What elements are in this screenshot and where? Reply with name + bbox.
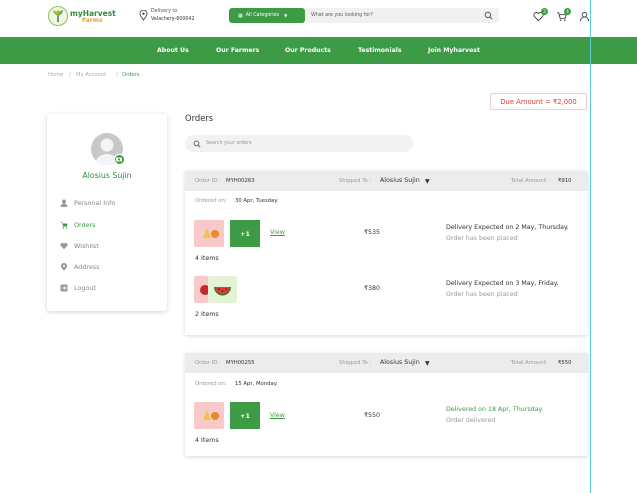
all-categories-dropdown[interactable]: ▦ All Categories ▼ <box>229 8 305 23</box>
search-icon[interactable] <box>484 11 493 20</box>
chevron-down-icon[interactable]: ▼ <box>425 360 430 367</box>
ordered-on-label: Ordered on: <box>195 381 227 387</box>
product-thumbnail[interactable] <box>194 220 224 247</box>
logout-icon <box>60 284 68 292</box>
cart-count-badge: 4 <box>564 8 571 15</box>
nav-our-products[interactable]: Our Products <box>285 47 331 54</box>
location-icon <box>61 263 67 271</box>
sidebar-item-orders[interactable]: Orders <box>60 220 96 230</box>
ordered-on-date: 15 Apr, Monday. <box>235 381 278 387</box>
order-status: Order delivered <box>446 417 496 424</box>
breadcrumb-separator: / <box>116 72 118 78</box>
shipment-price: ₹380 <box>364 285 381 292</box>
camera-icon[interactable] <box>114 154 125 165</box>
chevron-down-icon: ▼ <box>284 13 288 18</box>
order-card <box>185 171 588 335</box>
product-thumbnail[interactable] <box>194 276 208 303</box>
total-amount: ₹910 <box>558 178 572 184</box>
chevron-down-icon[interactable]: ▼ <box>425 178 430 185</box>
due-amount-badge: Due Amount = ₹2,000 <box>490 93 587 110</box>
item-count: 2 Items <box>195 311 219 318</box>
delivery-expected: Delivery Expected on 3 May, Friday. <box>446 280 559 287</box>
shipment-price: ₹550 <box>364 412 381 419</box>
cart-icon <box>60 222 68 229</box>
nav-join-myharvest[interactable]: Join Myharvest <box>428 47 480 54</box>
brand-logo-icon[interactable] <box>48 6 68 26</box>
search-input[interactable]: What are you looking for? <box>305 8 499 23</box>
sidebar-item-label: Orders <box>74 221 96 229</box>
sidebar-item-label: Personal Info <box>74 199 116 207</box>
search-icon <box>193 140 201 148</box>
nav-our-farmers[interactable]: Our Farmers <box>216 47 259 54</box>
breadcrumb-home[interactable]: Home <box>48 72 63 78</box>
delivery-expected: Delivery Expected on 2 May, Thursday. <box>446 224 569 231</box>
order-status: Order has been placed <box>446 291 518 298</box>
item-count: 4 Items <box>195 437 219 444</box>
shipped-to-label: Shipped To : <box>339 178 372 184</box>
product-thumbnail[interactable] <box>208 276 237 303</box>
sidebar-item-personal-info[interactable]: Personal Info <box>60 198 115 208</box>
total-amount-label: Total Amount: <box>511 178 548 184</box>
more-items-badge[interactable]: +1 <box>230 402 260 429</box>
shipped-to-name[interactable]: Alosius Sujin <box>380 359 420 366</box>
delivery-label: Delivery to <box>151 9 178 14</box>
sidebar-item-wishlist[interactable]: Wishlist <box>60 241 99 251</box>
divider <box>590 0 591 493</box>
order-id-label: Order ID: <box>195 178 220 184</box>
delivery-location[interactable]: Velachery-600042 <box>151 17 195 22</box>
nav-about-us[interactable]: About Us <box>157 47 189 54</box>
total-amount: ₹550 <box>558 360 572 366</box>
total-amount-label: Total Amount: <box>511 360 548 366</box>
grid-icon: ▦ <box>238 12 243 19</box>
breadcrumb-current: Orders <box>122 72 140 78</box>
order-search-placeholder: Search your orders <box>206 141 252 146</box>
brand-subname[interactable]: Farms <box>82 17 103 24</box>
order-id: MYH00263 <box>226 178 255 184</box>
breadcrumb-my-account[interactable]: My Account <box>76 72 106 78</box>
breadcrumb-separator: / <box>69 72 71 78</box>
order-id: MYH00255 <box>226 360 255 366</box>
shipped-to-name[interactable]: Alosius Sujin <box>380 177 420 184</box>
sidebar-item-address[interactable]: Address <box>60 262 99 272</box>
order-search-input[interactable]: Search your orders <box>185 135 413 152</box>
view-items-link[interactable]: View <box>270 229 285 236</box>
location-pin-icon <box>139 10 148 21</box>
order-id-label: Order ID: <box>195 360 220 366</box>
shipped-to-label: Shipped To : <box>339 360 372 366</box>
user-icon <box>60 199 68 207</box>
user-account-icon[interactable] <box>579 11 590 22</box>
user-name: Alosius Sujin <box>82 171 132 180</box>
delivered-date: Delivered on 18 Apr, Thursday. <box>446 406 544 413</box>
sidebar-item-label: Logout <box>74 284 96 292</box>
sidebar-item-label: Wishlist <box>74 242 99 250</box>
product-thumbnail[interactable] <box>194 402 224 429</box>
ordered-on-date: 30 Apr, Tuesday. <box>235 198 279 204</box>
sidebar-item-label: Address <box>74 263 100 271</box>
view-items-link[interactable]: View <box>270 412 285 419</box>
search-placeholder: What are you looking for? <box>311 13 373 18</box>
categories-label: All Categories <box>245 13 280 18</box>
heart-icon <box>60 242 68 250</box>
page-title: Orders <box>185 113 214 123</box>
wishlist-count-badge: 3 <box>541 8 548 15</box>
shipment-price: ₹535 <box>364 229 381 236</box>
order-status: Order has been placed <box>446 235 518 242</box>
sidebar-item-logout[interactable]: Logout <box>60 283 96 293</box>
more-items-badge[interactable]: +1 <box>230 220 260 247</box>
nav-testimonials[interactable]: Testimonials <box>358 47 402 54</box>
item-count: 4 Items <box>195 255 219 262</box>
ordered-on-label: Ordered on: <box>195 198 227 204</box>
